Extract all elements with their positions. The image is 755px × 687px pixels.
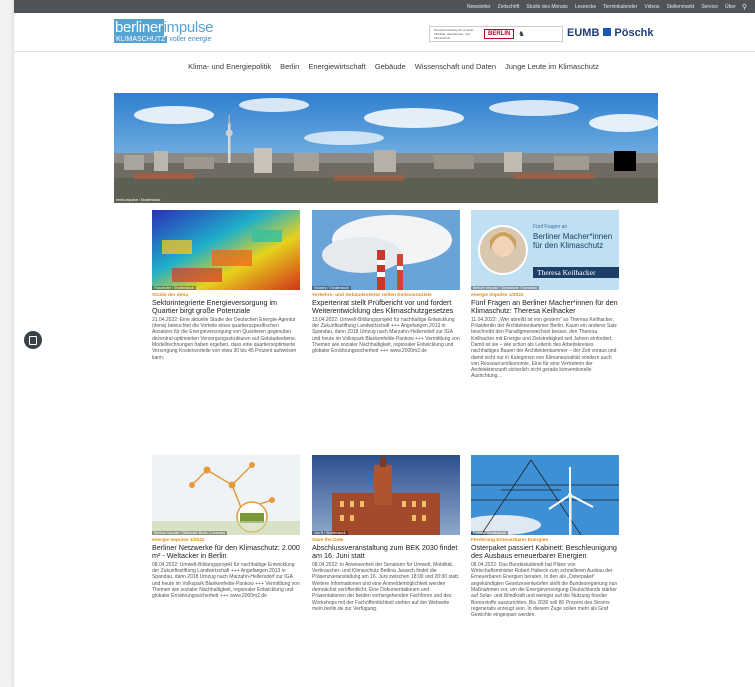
article-image[interactable]: Jan R / Shutterstock bbox=[312, 455, 460, 535]
article-card[interactable]: Fraunhofer / Shutterstock Studie der den… bbox=[152, 210, 300, 361]
article-teaser: 11.04.2022: „Wer abreißt ist von gestern… bbox=[471, 316, 617, 380]
topbar-link-service[interactable]: Service bbox=[701, 4, 718, 10]
network-graphic-image bbox=[152, 455, 300, 535]
main-nav: Klima- und Energiepolitik Berlin Energie… bbox=[14, 52, 755, 81]
topbar-link-newsletter[interactable]: Newsletter bbox=[467, 4, 491, 10]
poeschk-text: Pöschk bbox=[614, 27, 654, 39]
nav-item-energiewirtschaft[interactable]: Energiewirtschaft bbox=[308, 62, 366, 71]
berlin-skyline-image bbox=[114, 93, 658, 203]
overlay-name: Theresa Keilhacker bbox=[537, 268, 596, 277]
wind-turbine-image bbox=[471, 455, 619, 535]
article-teaser: 21.04.2022: Eine aktuelle Studie der Deu… bbox=[152, 316, 297, 361]
eumb-square-icon bbox=[603, 28, 612, 36]
article-title[interactable]: Osterpaket passiert Kabinett: Beschleuni… bbox=[471, 543, 619, 561]
nav-item-berlin[interactable]: Berlin bbox=[280, 62, 299, 71]
hero-image: berlin-impulse / Shutterstock bbox=[114, 93, 658, 203]
rotes-rathaus-image bbox=[312, 455, 460, 535]
logo-text-tagline: voller energie bbox=[169, 36, 212, 43]
thermal-city-image bbox=[152, 210, 300, 290]
header: berlinerimpulse KLIMASCHUTZ voller energ… bbox=[14, 13, 755, 52]
article-card[interactable]: Fünf Fragen an Berliner Macher*innen für… bbox=[471, 210, 619, 380]
logo-text-berliner: berliner bbox=[114, 19, 164, 36]
logo-text-impulse: impulse bbox=[163, 19, 214, 36]
article-teaser: 13.04.2022: Umwelt-Bildungsprojekt für n… bbox=[312, 316, 460, 355]
article-title[interactable]: Sektorintegrierte Energieversorgung im Q… bbox=[152, 298, 300, 316]
document-icon bbox=[29, 335, 37, 345]
article-card[interactable]: Jan R / Shutterstock Save the Date Absch… bbox=[312, 455, 460, 612]
image-caption: Berliner Impulse / Sebastiane Thomasina bbox=[471, 286, 539, 290]
article-teaser: 08.04.2022: Das Bundeskabinett hat Pläne… bbox=[471, 561, 618, 619]
image-caption: Berliner Impulse / Weltacker Berlin / Lo… bbox=[152, 531, 228, 535]
topbar-link-videos[interactable]: Videos bbox=[644, 4, 659, 10]
nav-item-wissenschaft[interactable]: Wissenschaft und Daten bbox=[415, 62, 496, 71]
nav-item-klima[interactable]: Klima- und Energiepolitik bbox=[188, 62, 271, 71]
image-caption: Jan R / Shutterstock bbox=[312, 531, 348, 535]
image-caption: Fraunhofer / Shutterstock bbox=[152, 286, 196, 290]
topbar-link-leseecke[interactable]: Leseecke bbox=[575, 4, 596, 10]
nav-item-gebaeude[interactable]: Gebäude bbox=[375, 62, 406, 71]
article-title[interactable]: Fünf Fragen an Berliner Macher*innen für… bbox=[471, 298, 619, 316]
overlay-small-text: Fünf Fragen an bbox=[533, 224, 568, 230]
article-image[interactable]: Fünf Fragen an Berliner Macher*innen für… bbox=[471, 210, 619, 290]
eumb-text: EUMB bbox=[567, 27, 600, 39]
article-image[interactable]: Industry / Shutterstock bbox=[312, 210, 460, 290]
article-card[interactable]: Industry / Shutterstock Verkehrs- und Ge… bbox=[312, 210, 460, 355]
site-logo[interactable]: berlinerimpulse KLIMASCHUTZ voller energ… bbox=[114, 19, 234, 46]
berlin-wordmark: BERLIN bbox=[484, 29, 515, 39]
sponsor-logo-berlin[interactable]: Senatsverwaltung für Umwelt, Mobilität, … bbox=[429, 26, 563, 42]
hero-caption: berlin-impulse / Shutterstock bbox=[116, 198, 161, 202]
article-teaser: 08.04.2022: In Anwesenheit der Senatorin… bbox=[312, 561, 460, 612]
topbar-link-zeitschrift[interactable]: Zeitschrift bbox=[498, 4, 520, 10]
chimney-smoke-image bbox=[312, 210, 460, 290]
page: Newsletter Zeitschrift Studio des Monats… bbox=[14, 0, 755, 687]
image-caption: Farkas / Shutterstock bbox=[471, 531, 509, 535]
topbar-link-ueber[interactable]: Über bbox=[725, 4, 736, 10]
portrait-image bbox=[471, 210, 619, 290]
accessibility-button[interactable] bbox=[24, 331, 42, 349]
topbar-link-studio[interactable]: Studio des Monats bbox=[526, 4, 567, 10]
article-title[interactable]: Berliner Netzwerke für den Klimaschutz: … bbox=[152, 543, 300, 561]
berlin-bear-icon: ♞ bbox=[518, 31, 525, 38]
sponsor-logo-eumb[interactable]: EUMB Pöschk bbox=[567, 27, 654, 39]
article-card[interactable]: Farkas / Shutterstock Förderung Erneuerb… bbox=[471, 455, 619, 618]
image-caption: Industry / Shutterstock bbox=[312, 286, 351, 290]
article-image[interactable]: Berliner Impulse / Weltacker Berlin / Lo… bbox=[152, 455, 300, 535]
nav-item-junge-leute[interactable]: Junge Leute im Klimaschutz bbox=[505, 62, 599, 71]
article-image[interactable]: Farkas / Shutterstock bbox=[471, 455, 619, 535]
overlay-headline: Berliner Macher*innen für den Klimaschut… bbox=[533, 232, 613, 250]
article-teaser: 08.04.2022: Umwelt-Bildungsprojekt für n… bbox=[152, 561, 300, 600]
search-icon[interactable]: ⚲ bbox=[742, 3, 747, 11]
article-card[interactable]: Berliner Impulse / Weltacker Berlin / Lo… bbox=[152, 455, 300, 600]
logo-text-klimaschutz: KLIMASCHUTZ bbox=[114, 36, 168, 43]
topbar-link-stellenmarkt[interactable]: Stellenmarkt bbox=[667, 4, 695, 10]
topbar-link-terminkalender[interactable]: Terminkalender bbox=[603, 4, 637, 10]
sponsor-text: Senatsverwaltung für Umwelt, Mobilität, … bbox=[434, 28, 474, 40]
article-title[interactable]: Abschlussveranstaltung zum BEK 2030 find… bbox=[312, 543, 460, 561]
article-title[interactable]: Expertenrat stellt Prüfbericht vor und f… bbox=[312, 298, 460, 316]
article-image[interactable]: Fraunhofer / Shutterstock bbox=[152, 210, 300, 290]
top-bar: Newsletter Zeitschrift Studio des Monats… bbox=[14, 0, 755, 13]
